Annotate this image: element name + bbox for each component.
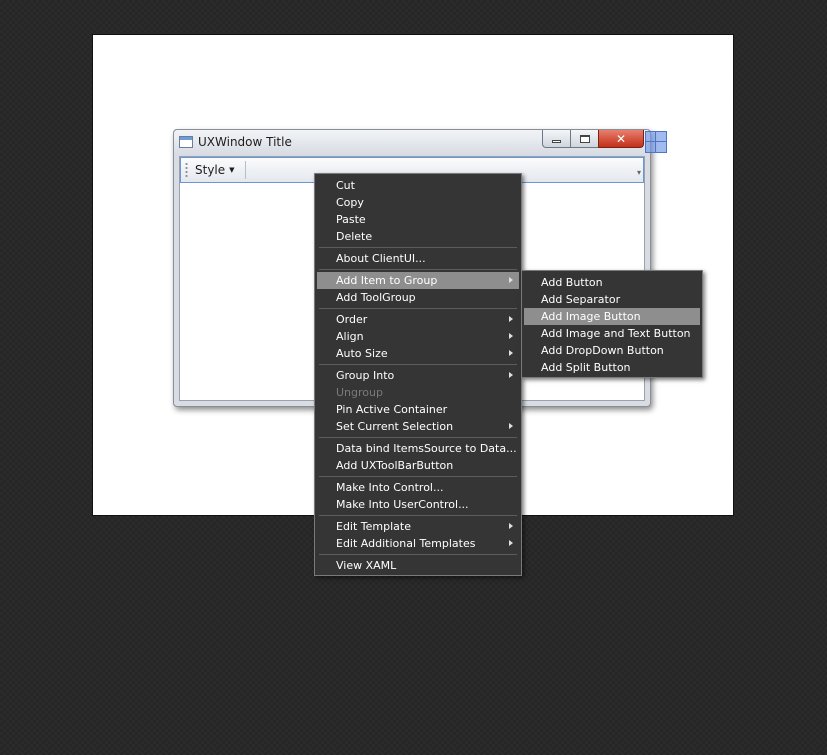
menu-item-add-toolgroup[interactable]: Add ToolGroup <box>317 289 519 306</box>
submenu-item-label: Add Image Button <box>541 310 641 323</box>
menu-item-cut[interactable]: Cut <box>317 177 519 194</box>
menu-item-add-uxtoolbarbutton[interactable]: Add UXToolBarButton <box>317 457 519 474</box>
submenu-arrow-icon <box>509 540 513 546</box>
menu-item-label: Make Into UserControl... <box>336 498 469 511</box>
menu-separator <box>319 437 517 438</box>
submenu-item-add-dropdown-button[interactable]: Add DropDown Button <box>524 342 700 359</box>
submenu-item-add-image-and-text-button[interactable]: Add Image and Text Button <box>524 325 700 342</box>
menu-item-copy[interactable]: Copy <box>317 194 519 211</box>
menu-separator <box>319 364 517 365</box>
menu-item-label: About ClientUI... <box>336 252 426 265</box>
menu-item-align[interactable]: Align <box>317 328 519 345</box>
menu-item-label: Ungroup <box>336 386 383 399</box>
submenu-arrow-icon <box>509 333 513 339</box>
menu-item-label: Data bind ItemsSource to Data... <box>336 442 517 455</box>
menu-item-label: Group Into <box>336 369 395 382</box>
style-label: Style <box>195 163 226 177</box>
menu-item-label: Add ToolGroup <box>336 291 416 304</box>
menu-item-label: Add UXToolBarButton <box>336 459 454 472</box>
menu-item-group-into[interactable]: Group Into <box>317 367 519 384</box>
toolbar-grip-icon[interactable] <box>185 162 188 178</box>
menu-item-label: Pin Active Container <box>336 403 448 416</box>
submenu-item-label: Add Separator <box>541 293 621 306</box>
submenu-item-add-image-button[interactable]: Add Image Button <box>524 308 700 325</box>
menu-item-paste[interactable]: Paste <box>317 211 519 228</box>
menu-item-add-item-to-group[interactable]: Add Item to Group <box>317 272 519 289</box>
menu-item-label: Align <box>336 330 364 343</box>
menu-item-ungroup: Ungroup <box>317 384 519 401</box>
menu-item-label: Edit Template <box>336 520 411 533</box>
menu-item-label: View XAML <box>336 559 397 572</box>
submenu-item-label: Add Split Button <box>541 361 631 374</box>
window-title: UXWindow Title <box>198 135 292 149</box>
minimize-icon <box>552 139 561 143</box>
menu-item-view-xaml[interactable]: View XAML <box>317 557 519 574</box>
submenu-item-label: Add Button <box>541 276 603 289</box>
maximize-button[interactable] <box>570 130 599 148</box>
submenu-item-add-split-button[interactable]: Add Split Button <box>524 359 700 376</box>
submenu-arrow-icon <box>509 372 513 378</box>
submenu-item-label: Add DropDown Button <box>541 344 664 357</box>
menu-item-label: Make Into Control... <box>336 481 444 494</box>
window-title-bar[interactable]: UXWindow Title ✕ <box>174 130 650 156</box>
menu-item-label: Set Current Selection <box>336 420 454 433</box>
toolbar-overflow-icon[interactable]: ▾ <box>637 168 641 177</box>
menu-separator <box>319 247 517 248</box>
menu-item-make-into-usercontrol[interactable]: Make Into UserControl... <box>317 496 519 513</box>
menu-item-data-bind-itemssource-to-data[interactable]: Data bind ItemsSource to Data... <box>317 440 519 457</box>
menu-item-make-into-control[interactable]: Make Into Control... <box>317 479 519 496</box>
submenu-arrow-icon <box>509 523 513 529</box>
menu-separator <box>319 515 517 516</box>
menu-item-auto-size[interactable]: Auto Size <box>317 345 519 362</box>
menu-item-edit-additional-templates[interactable]: Edit Additional Templates <box>317 535 519 552</box>
submenu-item-label: Add Image and Text Button <box>541 327 691 340</box>
menu-item-edit-template[interactable]: Edit Template <box>317 518 519 535</box>
menu-separator <box>319 308 517 309</box>
submenu-arrow-icon <box>509 350 513 356</box>
selection-handle[interactable] <box>645 131 667 153</box>
close-icon: ✕ <box>615 131 627 146</box>
toolbar-separator <box>245 161 246 179</box>
submenu-item-add-separator[interactable]: Add Separator <box>524 291 700 308</box>
menu-item-label: Auto Size <box>336 347 388 360</box>
close-button[interactable]: ✕ <box>598 130 644 148</box>
menu-item-set-current-selection[interactable]: Set Current Selection <box>317 418 519 435</box>
menu-item-pin-active-container[interactable]: Pin Active Container <box>317 401 519 418</box>
window-icon <box>179 136 193 148</box>
menu-item-about-clientui[interactable]: About ClientUI... <box>317 250 519 267</box>
menu-item-label: Paste <box>336 213 366 226</box>
menu-item-label: Order <box>336 313 368 326</box>
menu-separator <box>319 269 517 270</box>
menu-item-label: Copy <box>336 196 364 209</box>
menu-item-delete[interactable]: Delete <box>317 228 519 245</box>
menu-item-order[interactable]: Order <box>317 311 519 328</box>
context-menu: Cut Copy Paste Delete About ClientUI... Add I… <box>314 173 522 576</box>
maximize-icon <box>579 134 590 143</box>
submenu-arrow-icon <box>509 316 513 322</box>
submenu-arrow-icon <box>509 423 513 429</box>
menu-separator <box>319 554 517 555</box>
window-controls: ✕ <box>542 130 644 149</box>
submenu-item-add-button[interactable]: Add Button <box>524 274 700 291</box>
menu-item-label: Cut <box>336 179 355 192</box>
minimize-button[interactable] <box>542 130 571 148</box>
submenu-arrow-icon <box>509 277 513 283</box>
add-item-submenu: Add Button Add Separator Add Image Button A… <box>521 270 703 378</box>
menu-separator <box>319 476 517 477</box>
menu-item-label: Add Item to Group <box>336 274 438 287</box>
caret-down-icon: ▼ <box>229 166 235 174</box>
menu-item-label: Edit Additional Templates <box>336 537 476 550</box>
menu-item-label: Delete <box>336 230 373 243</box>
style-dropdown-button[interactable]: Style ▼ <box>195 161 235 179</box>
